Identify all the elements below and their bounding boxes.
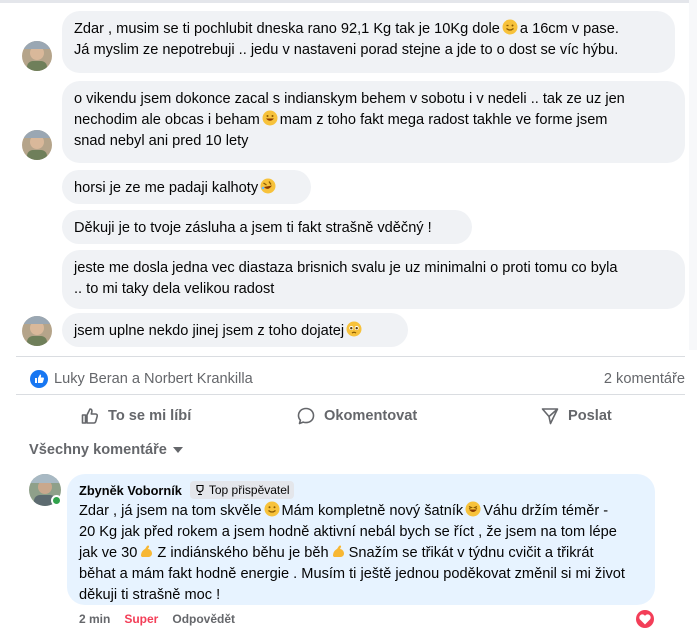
comment-author[interactable]: Zbyněk Voborník — [79, 483, 182, 498]
comment-bubble: Zbyněk Voborník Top přispěvatel Zdar , j… — [67, 474, 655, 605]
reactions-summary: Luky Beran a Norbert Krankilla 2 komentá… — [30, 368, 685, 392]
smile-emoji-icon — [502, 19, 518, 35]
comment-text-segment: Snažím se třikát v týdnu cvičit a třikrá… — [348, 545, 594, 561]
rofl-emoji-icon — [260, 178, 276, 194]
react-button[interactable]: Super — [124, 612, 158, 626]
badge-label: Top přispěvatel — [208, 483, 290, 497]
flexed-biceps-emoji-icon — [139, 543, 155, 559]
trophy-icon — [196, 484, 204, 496]
share-label: Poslat — [568, 408, 612, 424]
message-bubble: Zdar , musim se ti pochlubit dneska rano… — [62, 11, 675, 73]
message-text: a 16cm v pase. — [519, 21, 619, 37]
message-text: Já myslim ze nepotrebuji .. jedu v nasta… — [74, 42, 619, 58]
message-text: Děkuji je to tvoje zásluha a jsem ti fak… — [74, 220, 432, 236]
sender-avatar[interactable] — [22, 41, 52, 71]
message-bubble: horsi je ze me padaji kalhoty — [62, 170, 311, 204]
thumbs-up-icon — [81, 408, 99, 424]
comment-button[interactable]: Okomentovat — [296, 400, 417, 432]
comment-timestamp[interactable]: 2 min — [79, 612, 110, 626]
comment-meta: 2 min Super Odpovědět — [79, 612, 235, 626]
share-button[interactable]: Poslat — [540, 400, 612, 432]
message-text: mam z toho fakt mega radost takhle ve fo… — [279, 112, 608, 128]
sender-avatar[interactable] — [22, 130, 52, 160]
comment-text-segment: Zdar , já jsem na tom skvěle — [79, 503, 262, 519]
comment-text-segment: jak ve 30 — [79, 545, 138, 561]
divider — [16, 356, 685, 357]
message-text: jeste me dosla jedna vec diastaza brisni… — [74, 260, 618, 276]
online-status-indicator — [51, 495, 62, 506]
comment-text: Zdar , já jsem na tom skvěle Mám kompletn… — [79, 501, 643, 606]
reactors-names[interactable]: Luky Beran a Norbert Krankilla — [54, 371, 253, 387]
comment-text-segment: Váhu držím téměr - — [483, 503, 609, 519]
sort-label: Všechny komentáře — [29, 442, 167, 458]
comment-text-segment: Z indiánského běhu je běh — [157, 545, 329, 561]
comments-sort-dropdown[interactable]: Všechny komentáře — [29, 442, 183, 458]
message-text: o vikendu jsem dokonce zacal s indiansky… — [74, 91, 625, 107]
smile-emoji-icon — [264, 501, 280, 517]
message-bubble: o vikendu jsem dokonce zacal s indiansky… — [62, 81, 685, 163]
comment-label: Okomentovat — [324, 408, 418, 424]
send-icon — [541, 408, 559, 425]
reply-button[interactable]: Odpovědět — [172, 612, 235, 626]
message-text: jsem uplne nekdo jinej jsem z toho dojat… — [74, 323, 345, 339]
comment-text-segment: běhat a mám fakt hodně energie . Musím t… — [79, 566, 625, 582]
message-text: Zdar , musim se ti pochlubit dneska rano… — [74, 21, 500, 37]
comment-text-segment: Mám kompletně nový šatník — [281, 503, 464, 519]
message-bubble: jsem uplne nekdo jinej jsem z toho dojat… — [62, 313, 408, 347]
message-bubble: jeste me dosla jedna vec diastaza brisni… — [62, 250, 685, 309]
teary-emoji-icon — [346, 321, 362, 337]
message-text: .. to mi taky dela velikou radost — [74, 281, 275, 297]
message-text: nechodim ale obcas i beham — [74, 112, 260, 128]
comment-text-segment: 20 Kg jak před rokem a jsem hodně aktivn… — [79, 524, 617, 540]
divider — [16, 394, 685, 395]
like-reaction-icon[interactable] — [30, 370, 48, 388]
grin-emoji-icon — [262, 110, 278, 126]
message-text: horsi je ze me padaji kalhoty — [74, 180, 259, 196]
sender-avatar[interactable] — [22, 316, 52, 346]
flexed-biceps-emoji-icon — [331, 543, 347, 559]
message-text: snad nebyl ani pred 10 lety — [74, 133, 249, 149]
comment-bubble-icon — [297, 407, 315, 425]
laughing-emoji-icon — [465, 501, 481, 517]
comment-text-segment: děkuji ti strašně moc ! — [79, 587, 221, 603]
scrollbar-track[interactable] — [689, 0, 697, 350]
like-button[interactable]: To se mi líbí — [80, 400, 191, 432]
heart-reaction-icon[interactable] — [636, 610, 654, 628]
comment-count[interactable]: 2 komentáře — [604, 371, 685, 387]
like-label: To se mi líbí — [108, 408, 192, 424]
message-bubble: Děkuji je to tvoje zásluha a jsem ti fak… — [62, 210, 472, 244]
caret-down-icon — [172, 447, 183, 453]
top-contributor-badge[interactable]: Top přispěvatel — [189, 481, 294, 499]
top-border — [0, 0, 697, 3]
